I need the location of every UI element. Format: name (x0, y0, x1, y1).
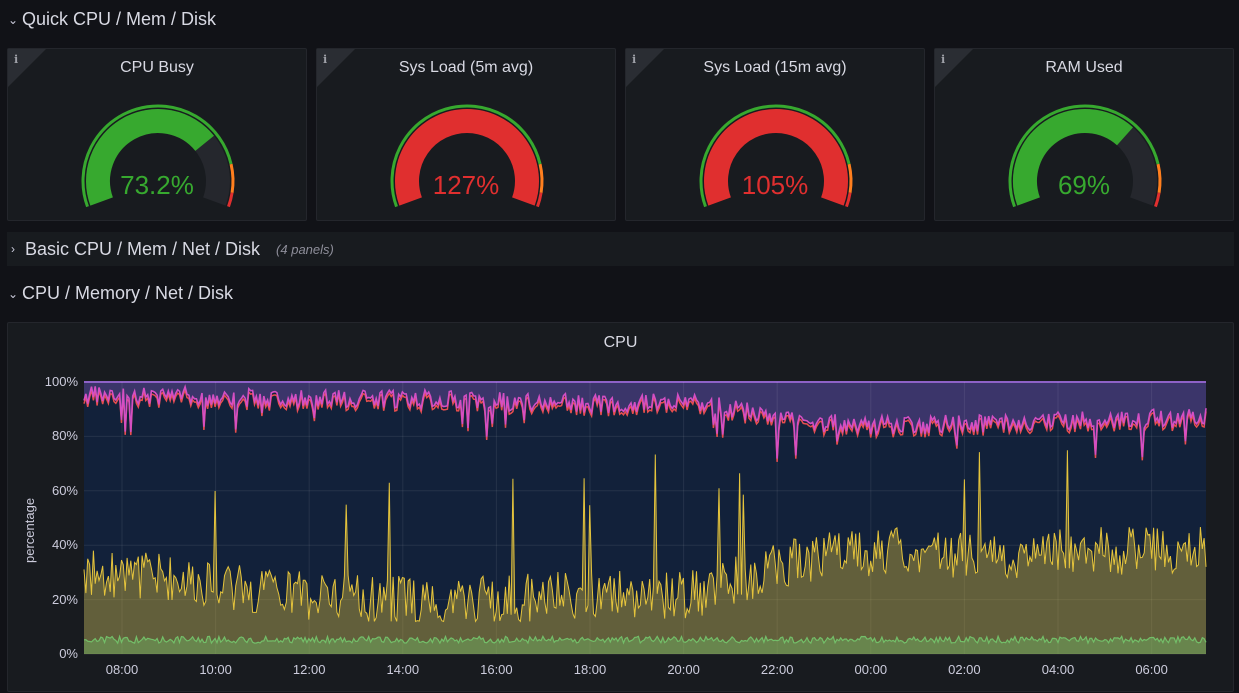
gauge-panel-ram-used[interactable]: i RAM Used 69% (934, 48, 1234, 221)
gauge-panel-sys-load-5m-avg[interactable]: i Sys Load (5m avg) 127% (316, 48, 616, 221)
x-tick-label: 00:00 (854, 662, 888, 677)
x-tick-label: 14:00 (386, 662, 420, 677)
chevron-down-icon: ⌄ (8, 12, 19, 27)
cpu-graph-panel[interactable]: CPU percentage 0% 20% 40% 60% 80% 100% 08:00 10… (7, 322, 1234, 692)
row-basic-cpu-mem-net-disk[interactable]: › Basic CPU / Mem / Net / Disk (4 panels… (7, 232, 1234, 266)
x-tick-label: 22:00 (760, 662, 794, 677)
x-tick-label: 02:00 (948, 662, 981, 677)
x-tick-label: 16:00 (480, 662, 513, 677)
y-tick-label: 20% (51, 591, 78, 607)
x-tick-label: 12:00 (292, 662, 326, 677)
chevron-down-icon: ⌄ (8, 286, 19, 301)
y-tick-label: 100% (44, 374, 78, 389)
gauge-panel-cpu-busy[interactable]: i CPU Busy 73.2% (7, 48, 307, 221)
gauge-value: 105% (741, 170, 809, 200)
y-tick-label: 0% (59, 646, 78, 661)
panel-count: (4 panels) (276, 241, 334, 257)
row-title: Quick CPU / Mem / Disk (22, 9, 217, 29)
chevron-right-icon: › (11, 242, 15, 256)
row-quick-cpu-mem-disk[interactable]: ⌄ Quick CPU / Mem / Disk (8, 9, 216, 30)
row-title: Basic CPU / Mem / Net / Disk (25, 238, 261, 259)
x-tick-label: 10:00 (199, 662, 232, 677)
cpu-chart[interactable] (8, 323, 1235, 693)
gauge-value: 73.2% (120, 170, 194, 200)
y-tick-label: 40% (51, 537, 78, 553)
x-tick-label: 08:00 (105, 662, 139, 677)
x-tick-label: 04:00 (1041, 662, 1075, 677)
gauge-value: 69% (1057, 170, 1111, 200)
x-tick-label: 06:00 (1135, 662, 1168, 677)
y-tick-label: 60% (51, 482, 78, 498)
row-cpu-memory-net-disk[interactable]: ⌄ CPU / Memory / Net / Disk (8, 283, 233, 304)
row-title: CPU / Memory / Net / Disk (22, 283, 234, 303)
x-tick-label: 18:00 (573, 662, 607, 677)
gauge-value: 127% (432, 170, 500, 200)
gauge-panel-sys-load-15m-avg[interactable]: i Sys Load (15m avg) 105% (625, 48, 925, 221)
y-tick-label: 80% (51, 428, 78, 444)
x-tick-label: 20:00 (667, 662, 700, 677)
